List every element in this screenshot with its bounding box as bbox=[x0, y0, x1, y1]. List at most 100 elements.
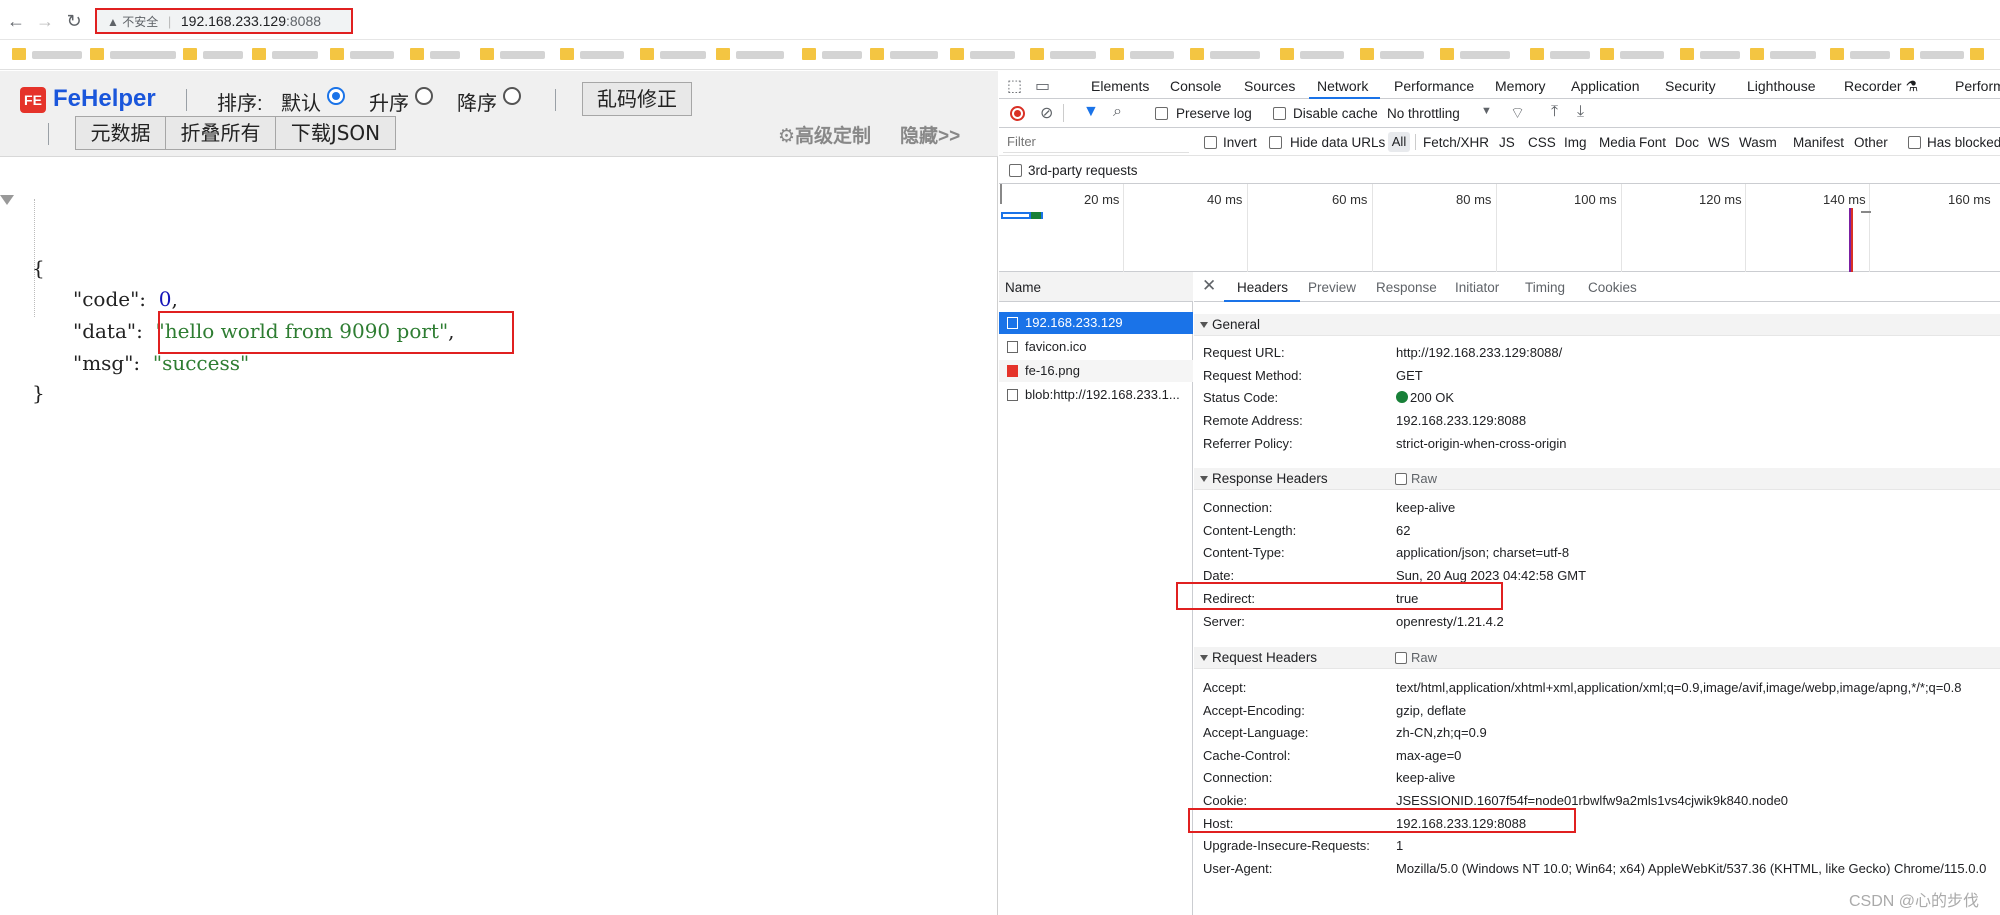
tab-recorder[interactable]: Recorder ⚗ bbox=[1844, 78, 1918, 95]
fix-encoding-button[interactable]: 乱码修正 bbox=[582, 82, 692, 116]
sort-desc-radio[interactable] bbox=[503, 87, 521, 105]
timeline-tick-label: 100 ms bbox=[1574, 192, 1617, 207]
tab-performance-insights[interactable]: Perform bbox=[1955, 78, 2000, 94]
tab-response[interactable]: Response bbox=[1376, 280, 1437, 295]
header-key: Upgrade-Insecure-Requests: bbox=[1203, 838, 1370, 853]
filter-type-other[interactable]: Other bbox=[1854, 135, 1888, 150]
third-party-checkbox[interactable] bbox=[1009, 164, 1022, 177]
sort-desc-label: 降序 bbox=[457, 93, 497, 115]
back-icon[interactable]: ← bbox=[5, 10, 27, 32]
import-har-icon[interactable]: ⤒ bbox=[1551, 103, 1558, 121]
search-icon[interactable]: ⌕ bbox=[1113, 103, 1122, 121]
raw-checkbox[interactable] bbox=[1395, 473, 1407, 485]
request-bar-gap bbox=[1003, 214, 1029, 217]
sort-asc-radio[interactable] bbox=[415, 87, 433, 105]
clear-icon[interactable]: ⊘ bbox=[1040, 103, 1053, 123]
blurred-label bbox=[32, 51, 82, 59]
fold-all-button[interactable]: 折叠所有 bbox=[165, 116, 276, 150]
has-blocked-checkbox[interactable] bbox=[1908, 136, 1921, 149]
tab-initiator[interactable]: Initiator bbox=[1455, 280, 1499, 295]
fehelper-logo-icon: FE bbox=[20, 87, 46, 113]
request-row-favicon[interactable]: favicon.ico bbox=[999, 336, 1193, 358]
filter-type-fetch-xhr[interactable]: Fetch/XHR bbox=[1423, 135, 1489, 150]
filter-type-js[interactable]: JS bbox=[1499, 135, 1515, 150]
header-key: Connection: bbox=[1203, 770, 1273, 785]
invert-label: Invert bbox=[1223, 135, 1257, 150]
preserve-log-checkbox[interactable] bbox=[1155, 107, 1168, 120]
folder-icon bbox=[252, 48, 266, 60]
tab-network[interactable]: Network bbox=[1317, 78, 1368, 94]
tab-sources[interactable]: Sources bbox=[1244, 78, 1295, 94]
filter-type-all[interactable]: All bbox=[1388, 132, 1410, 152]
tab-cookies[interactable]: Cookies bbox=[1588, 280, 1637, 295]
tab-headers[interactable]: Headers bbox=[1237, 280, 1288, 295]
record-button[interactable] bbox=[1010, 106, 1025, 121]
network-toolbar: ⊘ ▼ ⌕ Preserve log Disable cache No thro… bbox=[999, 99, 2000, 128]
tab-preview[interactable]: Preview bbox=[1308, 280, 1356, 295]
section-request-headers-header[interactable]: Request Headers Raw bbox=[1194, 647, 2000, 669]
disable-cache-checkbox[interactable] bbox=[1273, 107, 1286, 120]
tab-timing[interactable]: Timing bbox=[1525, 280, 1565, 295]
filter-type-font[interactable]: Font bbox=[1639, 135, 1666, 150]
tab-application[interactable]: Application bbox=[1571, 78, 1640, 94]
sort-default-label: 默认 bbox=[281, 93, 321, 115]
folder-icon bbox=[870, 48, 884, 60]
tab-security[interactable]: Security bbox=[1665, 78, 1716, 94]
device-toolbar-icon[interactable]: ▭ bbox=[1035, 76, 1050, 96]
folder-icon bbox=[1600, 48, 1614, 60]
address-bar[interactable]: ▲ 不安全 | 192.168.233.129:8088 bbox=[95, 8, 353, 34]
filter-type-doc[interactable]: Doc bbox=[1675, 135, 1699, 150]
raw-checkbox[interactable] bbox=[1395, 652, 1407, 664]
tab-memory[interactable]: Memory bbox=[1495, 78, 1546, 94]
blurred-label bbox=[1210, 51, 1260, 59]
name-column-header[interactable]: Name bbox=[999, 272, 1193, 302]
inspect-element-icon[interactable]: ⬚ bbox=[1007, 76, 1022, 96]
header-key: Accept: bbox=[1203, 680, 1247, 695]
export-har-icon[interactable]: ⤓ bbox=[1577, 103, 1584, 121]
advanced-settings-button[interactable]: ⚙高级定制 bbox=[778, 121, 871, 148]
hide-toolbar-button[interactable]: 隐藏>> bbox=[900, 121, 960, 148]
tab-lighthouse[interactable]: Lighthouse bbox=[1747, 78, 1816, 94]
tab-performance[interactable]: Performance bbox=[1394, 78, 1474, 94]
raw-data-button[interactable]: 元数据 bbox=[75, 116, 166, 150]
request-row-document[interactable]: 192.168.233.129 bbox=[999, 312, 1193, 334]
header-value: JSESSIONID.1607f54f=node01rbwlfw9a2mls1v… bbox=[1396, 793, 1789, 808]
filter-type-img[interactable]: Img bbox=[1564, 135, 1587, 150]
filter-input[interactable] bbox=[1003, 131, 1189, 153]
filter-type-css[interactable]: CSS bbox=[1528, 135, 1556, 150]
timeline-gridline bbox=[1247, 184, 1248, 272]
download-json-button[interactable]: 下载JSON bbox=[275, 116, 396, 150]
invert-checkbox[interactable] bbox=[1204, 136, 1217, 149]
blurred-label bbox=[203, 51, 243, 59]
section-title: General bbox=[1212, 317, 1261, 332]
sort-default-radio[interactable] bbox=[327, 87, 345, 105]
request-row-blob[interactable]: blob:http://192.168.233.1... bbox=[999, 384, 1193, 406]
tab-console[interactable]: Console bbox=[1170, 78, 1221, 94]
raw-label: Raw bbox=[1411, 650, 1438, 665]
filter-type-wasm[interactable]: Wasm bbox=[1739, 135, 1777, 150]
hide-data-urls-checkbox[interactable] bbox=[1269, 136, 1282, 149]
filter-type-media[interactable]: Media bbox=[1599, 135, 1636, 150]
filter-type-manifest[interactable]: Manifest bbox=[1793, 135, 1844, 150]
request-row-image[interactable]: fe-16.png bbox=[999, 360, 1193, 382]
json-key: "data": bbox=[73, 319, 143, 343]
header-value: text/html,application/xhtml+xml,applicat… bbox=[1396, 680, 1962, 695]
section-general-header[interactable]: General bbox=[1194, 314, 2000, 336]
forward-icon[interactable]: → bbox=[34, 10, 56, 32]
warning-icon: ▲ bbox=[107, 15, 123, 29]
filter-type-ws[interactable]: WS bbox=[1708, 135, 1730, 150]
blurred-label bbox=[430, 51, 460, 59]
blurred-label bbox=[1460, 51, 1510, 59]
close-icon[interactable]: ✕ bbox=[1202, 276, 1216, 296]
blurred-label bbox=[272, 51, 318, 59]
filter-icon[interactable]: ▼ bbox=[1083, 103, 1099, 121]
folder-icon bbox=[1530, 48, 1544, 60]
network-conditions-icon[interactable]: ⌔ bbox=[1510, 103, 1525, 123]
folder-icon bbox=[1440, 48, 1454, 60]
tab-elements[interactable]: Elements bbox=[1091, 78, 1149, 94]
reload-icon[interactable]: ↻ bbox=[63, 10, 85, 32]
throttling-select[interactable]: No throttling bbox=[1387, 106, 1460, 121]
section-response-headers-header[interactable]: Response Headers Raw bbox=[1194, 468, 2000, 490]
blurred-label bbox=[660, 51, 706, 59]
timeline-tick-label: 60 ms bbox=[1332, 192, 1368, 207]
